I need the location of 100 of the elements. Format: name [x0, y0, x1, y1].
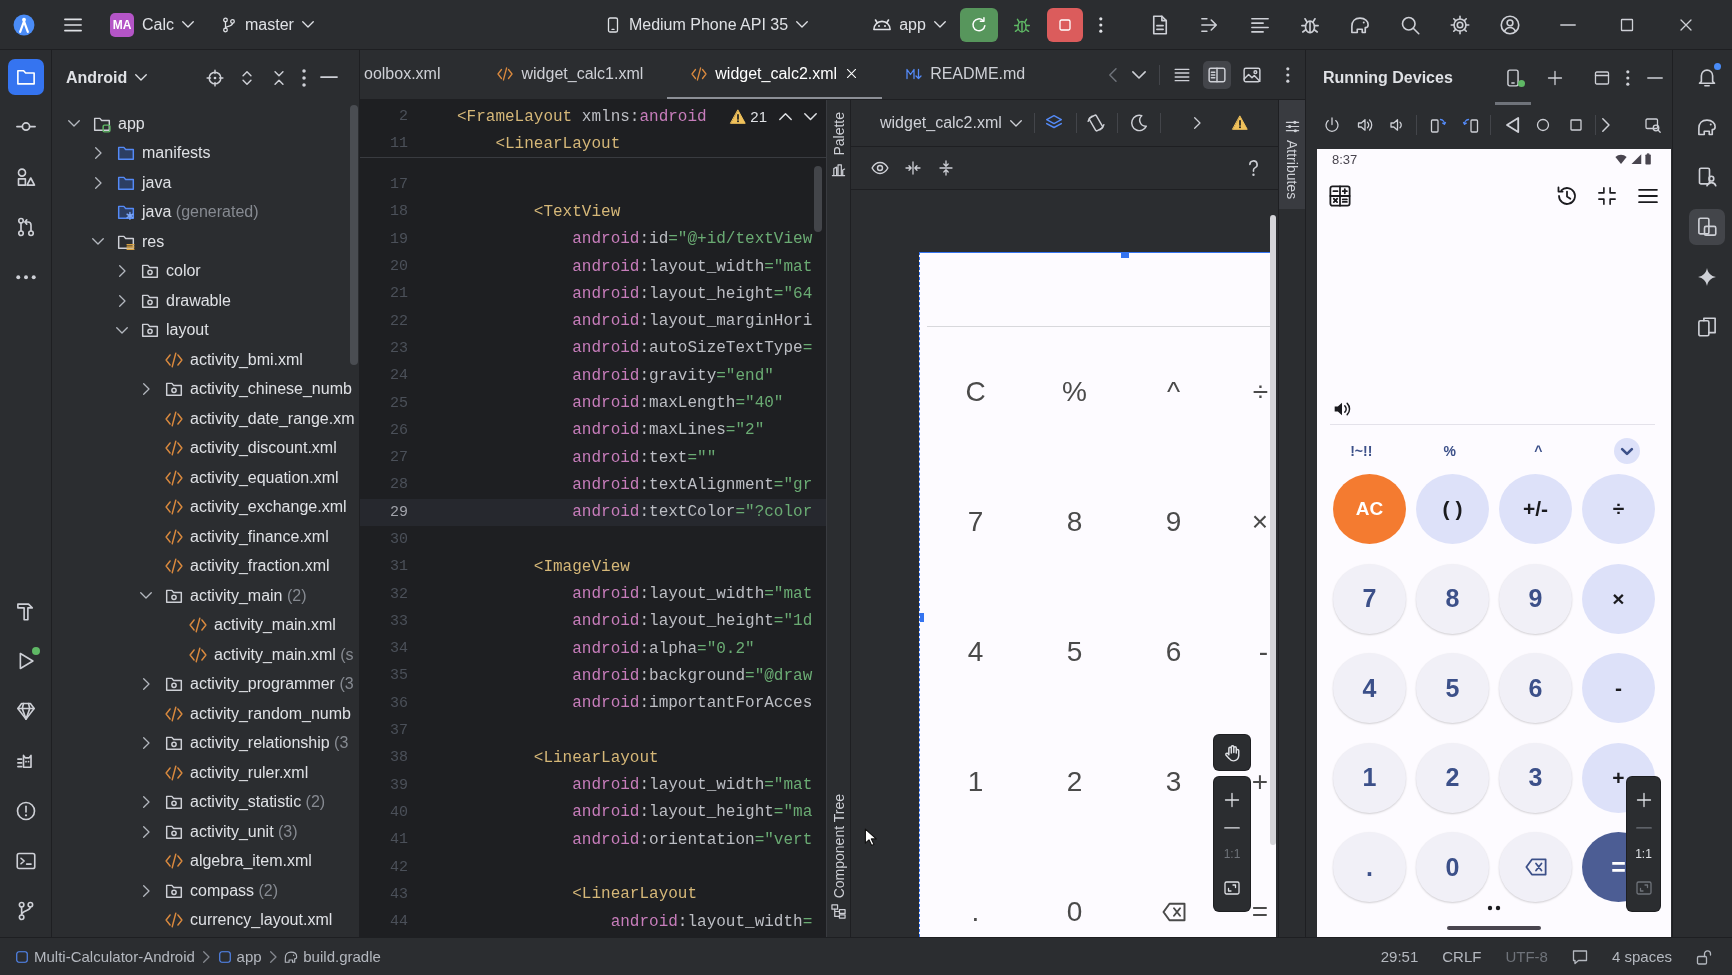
power-icon[interactable]: [1324, 117, 1340, 133]
window-icon[interactable]: [1594, 69, 1611, 86]
chevron-right-icon[interactable]: [142, 383, 150, 396]
speech-bubble-icon[interactable]: [1571, 948, 1588, 965]
line-separator[interactable]: CRLF: [1442, 948, 1482, 965]
breadcrumb[interactable]: Multi-Calculator-Android: [15, 948, 195, 965]
calculator-key[interactable]: .: [1333, 832, 1406, 902]
breadcrumb[interactable]: build.gradle: [284, 948, 381, 965]
breadcrumb[interactable]: app: [217, 948, 262, 965]
tree-item[interactable]: activity_statistic (2): [190, 793, 326, 812]
more-icon[interactable]: [1626, 69, 1630, 86]
volume-down-icon[interactable]: [1388, 117, 1404, 133]
tree-item[interactable]: activity_fraction.xml: [190, 557, 330, 576]
tree-item[interactable]: color: [166, 262, 201, 281]
minimize-icon[interactable]: [1560, 23, 1577, 26]
calculator-key[interactable]: 9: [1499, 563, 1572, 634]
back-icon[interactable]: [1506, 117, 1520, 133]
tree-item[interactable]: java: [142, 173, 172, 192]
tree-item[interactable]: layout: [166, 321, 209, 340]
scrollbar-thumb[interactable]: [1270, 215, 1276, 845]
minimize-icon[interactable]: [1647, 76, 1663, 79]
arrows-inward-icon[interactable]: [905, 160, 921, 176]
help-icon[interactable]: [1249, 160, 1258, 176]
account-icon[interactable]: [1500, 14, 1521, 35]
chevron-down-icon[interactable]: [1132, 70, 1147, 79]
tree-item[interactable]: app: [118, 114, 145, 133]
more-icon[interactable]: [301, 68, 306, 87]
fit-screen-icon[interactable]: [1224, 879, 1240, 896]
scrollbar-thumb[interactable]: [814, 166, 822, 232]
maximize-icon[interactable]: [1619, 16, 1636, 33]
rotate-right-icon[interactable]: [1463, 117, 1479, 133]
minimize-icon[interactable]: [320, 76, 338, 79]
device-selector[interactable]: Medium Phone API 35: [604, 15, 809, 34]
plus-icon[interactable]: [1224, 792, 1240, 809]
calculator-key[interactable]: ÷: [1582, 474, 1655, 544]
calculator-key[interactable]: ( ): [1416, 474, 1489, 544]
tree-item[interactable]: activity_main.xml: [214, 616, 336, 635]
warning-icon[interactable]: [730, 108, 747, 125]
tree-item[interactable]: compass (2): [190, 881, 279, 900]
rerun-button[interactable]: [959, 7, 998, 42]
stop-button[interactable]: [1046, 7, 1083, 42]
calculator-icon[interactable]: [1329, 185, 1351, 207]
chevron-right-icon[interactable]: [142, 678, 150, 691]
calculator-key[interactable]: 1: [1333, 742, 1406, 813]
calculator-key[interactable]: 6: [1499, 653, 1572, 723]
calculator-key[interactable]: [1499, 832, 1572, 902]
device-screen[interactable]: 8:37 !~!! % ^ AC ( ) +/- ÷ 7 8 9 × 4 5 6 - 1 2 3 + . 0 = 1:1: [1317, 149, 1671, 937]
tree-item[interactable]: activity_exchange.xml: [190, 498, 347, 517]
tree-item[interactable]: activity_main (2): [190, 586, 307, 605]
search-icon[interactable]: [1400, 14, 1421, 35]
chevron-right-icon[interactable]: [1193, 117, 1201, 129]
chevron-right-icon[interactable]: [118, 265, 126, 278]
chevron-right-icon[interactable]: [94, 176, 102, 189]
tree-item[interactable]: manifests: [142, 144, 211, 163]
close-icon[interactable]: [845, 67, 859, 80]
function-key[interactable]: %: [1443, 443, 1456, 459]
project-view-selector[interactable]: Android: [66, 68, 148, 87]
chevron-circle-icon[interactable]: [1613, 438, 1640, 464]
tree-item[interactable]: activity_ruler.xml: [190, 763, 309, 782]
calculator-key[interactable]: ×: [1582, 563, 1655, 634]
tree-item[interactable]: activity_date_range.xm: [190, 409, 355, 428]
resize-handle[interactable]: [920, 613, 924, 622]
tree-item[interactable]: algebra_item.xml: [190, 852, 312, 871]
chevron-left-icon[interactable]: [1108, 67, 1117, 82]
chevron-right-icon[interactable]: [142, 737, 150, 750]
chevron-down-icon[interactable]: [92, 238, 104, 246]
elephant-icon[interactable]: [1350, 14, 1371, 35]
tree-item[interactable]: activity_main.xml (s: [214, 645, 354, 664]
indent-setting[interactable]: 4 spaces: [1611, 948, 1672, 965]
padlock-open-icon[interactable]: [1696, 948, 1712, 965]
plus-icon[interactable]: [1547, 69, 1564, 86]
zoom-reset[interactable]: 1:1: [1635, 847, 1652, 862]
project-selector[interactable]: MA Calc: [110, 12, 194, 37]
tree-item[interactable]: activity_unit (3): [190, 822, 298, 841]
layout-file-selector[interactable]: widget_calc2.xml: [880, 114, 1022, 132]
scrollbar-thumb[interactable]: [350, 105, 358, 365]
more-icon[interactable]: [1286, 66, 1290, 83]
history-icon[interactable]: [1556, 185, 1578, 207]
tree-item[interactable]: res: [142, 232, 165, 251]
chevron-right-icon[interactable]: [118, 294, 126, 307]
calculator-key[interactable]: +/-: [1499, 474, 1572, 544]
plus-icon[interactable]: [1635, 792, 1652, 809]
tree-item[interactable]: activity_programmer (3: [190, 675, 354, 694]
branch-selector[interactable]: master: [221, 15, 314, 34]
calculator-key[interactable]: 7: [1333, 563, 1406, 634]
more-icon[interactable]: [1098, 16, 1103, 33]
chevron-down-icon[interactable]: [140, 592, 152, 600]
tree-item[interactable]: java (generated): [142, 203, 259, 222]
calculator-key[interactable]: 5: [1416, 653, 1489, 723]
home-icon[interactable]: [1535, 117, 1552, 133]
attributes-tab[interactable]: Attributes: [1279, 100, 1305, 210]
chevron-right-icon[interactable]: [142, 796, 150, 809]
calculator-key[interactable]: 3: [1499, 742, 1572, 813]
resize-handle[interactable]: [1121, 253, 1129, 258]
calculator-key[interactable]: -: [1582, 653, 1655, 723]
chevron-right-icon[interactable]: [142, 884, 150, 897]
rotate-left-icon[interactable]: [1430, 117, 1446, 133]
calculator-key[interactable]: 2: [1416, 742, 1489, 813]
pan-button[interactable]: [1214, 735, 1250, 770]
editor-tab[interactable]: oolbox.xml: [360, 50, 474, 99]
